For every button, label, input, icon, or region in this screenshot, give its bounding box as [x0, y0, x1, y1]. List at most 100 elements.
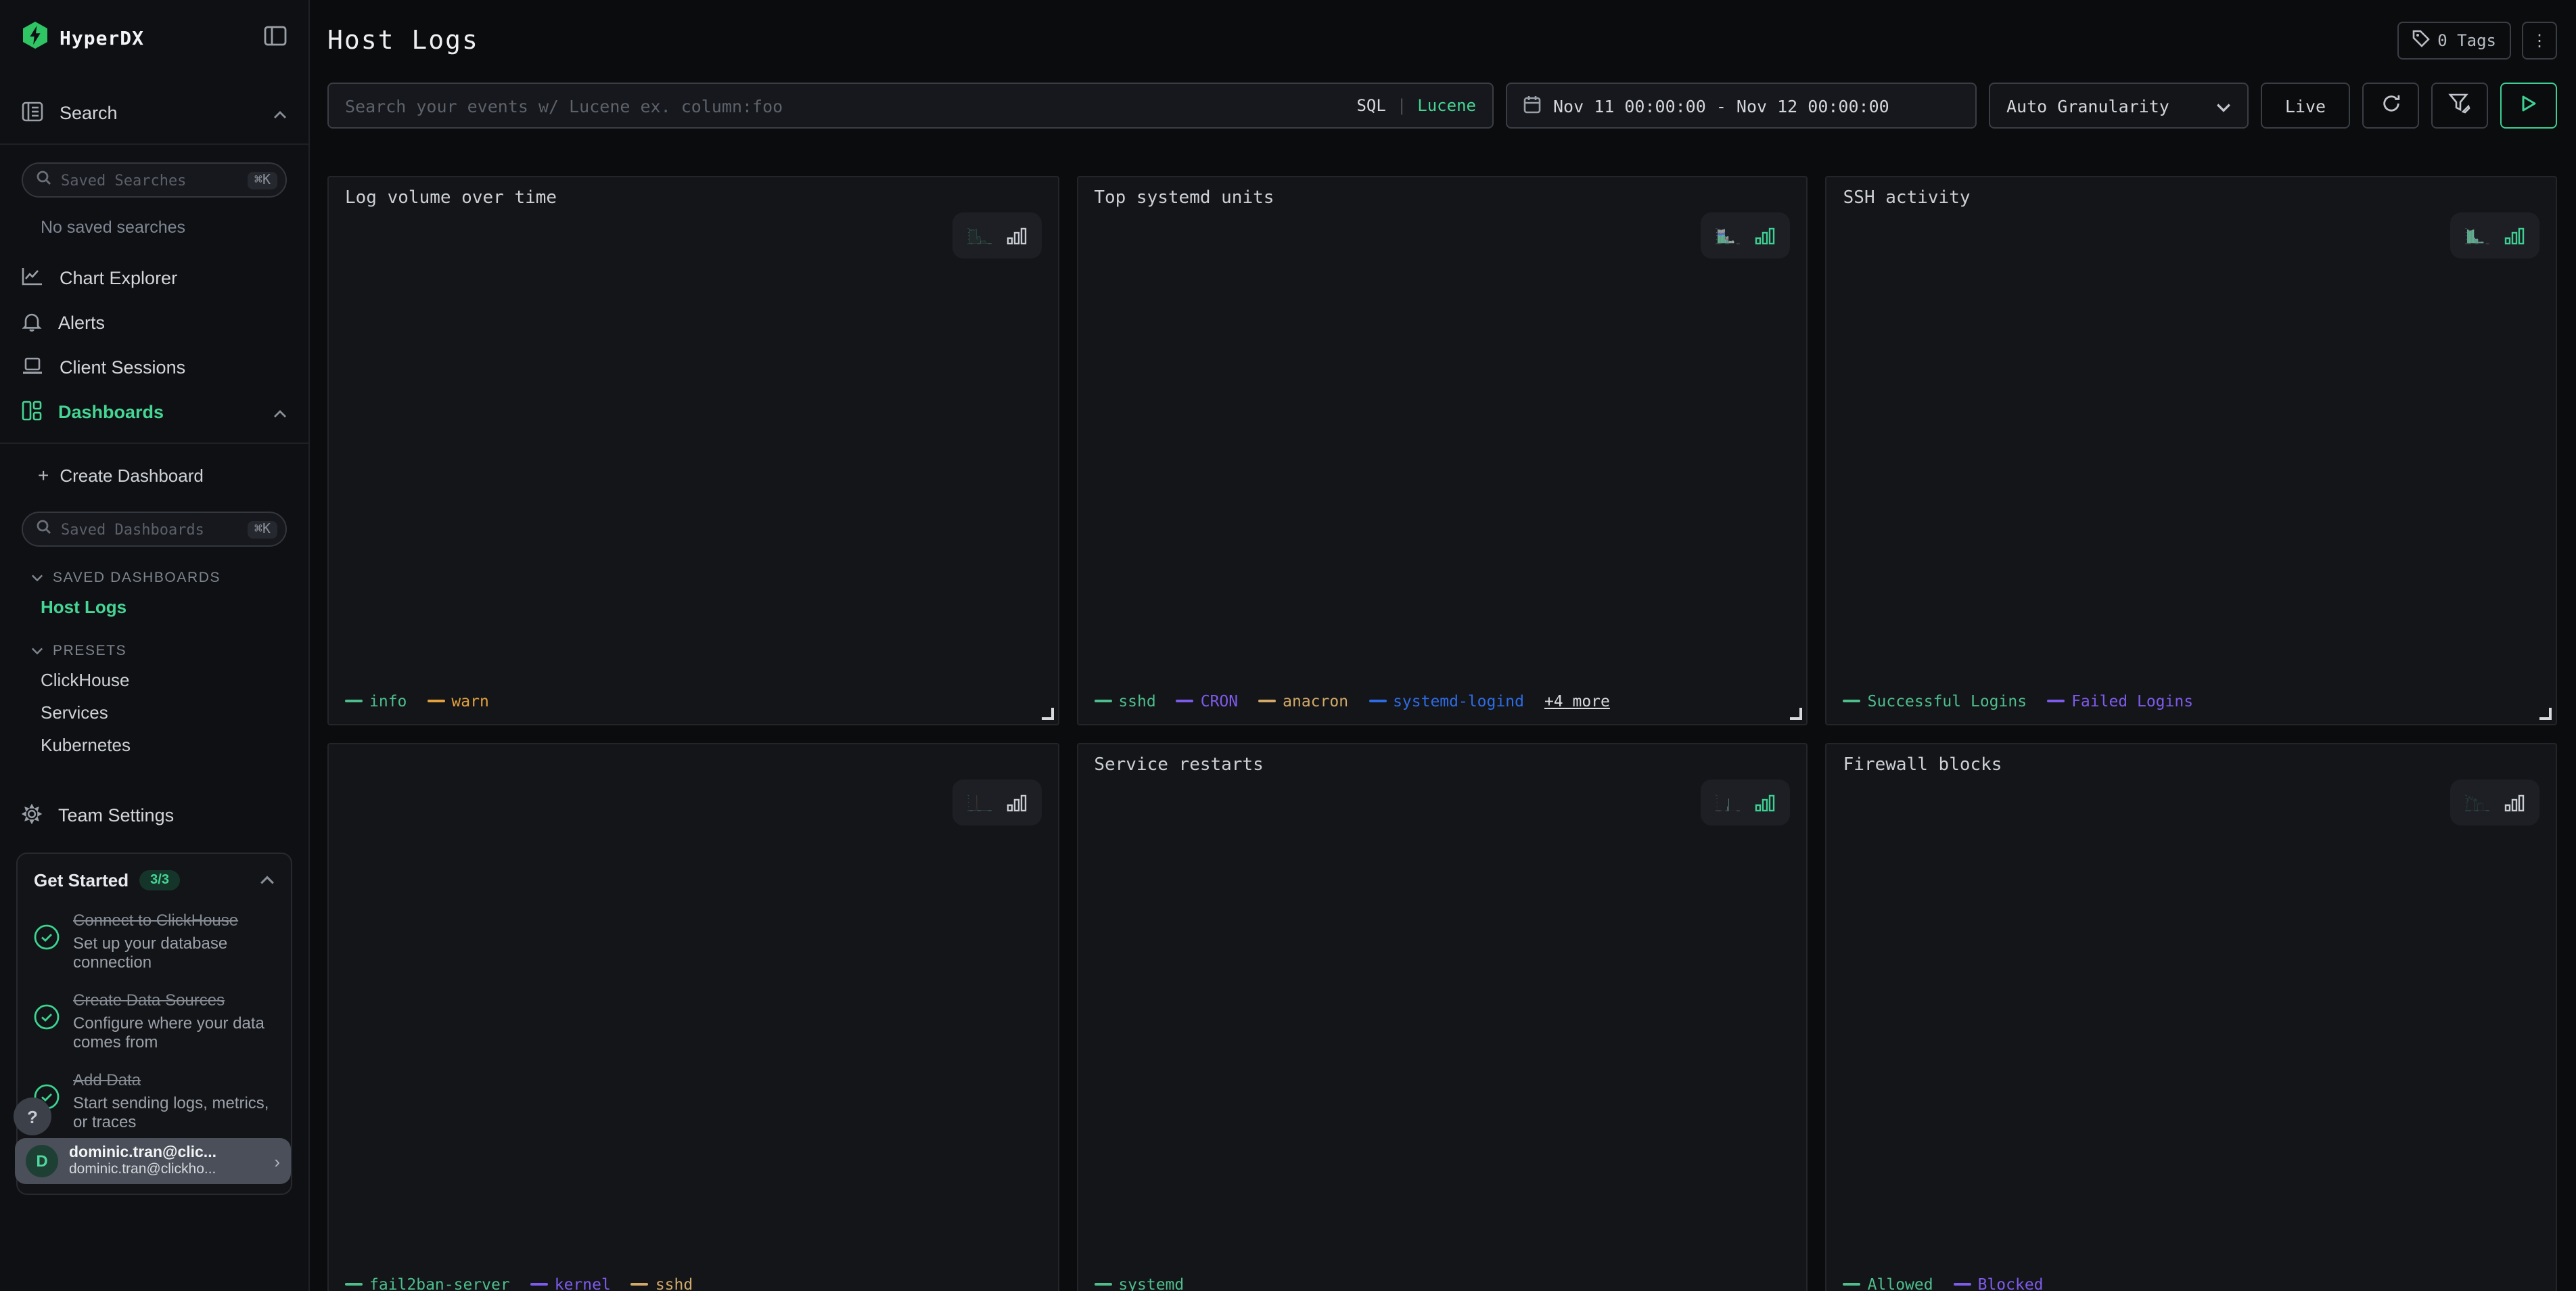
- sidebar: HyperDX Search Saved Searches ⌘K No save…: [0, 0, 310, 1291]
- user-email: dominic.tran@clickho...: [69, 1161, 216, 1177]
- sql-mode-toggle[interactable]: SQL: [1356, 96, 1385, 115]
- svg-text:120: 120: [2466, 794, 2467, 796]
- section-presets[interactable]: PRESETS: [0, 639, 308, 663]
- chart-canvas[interactable]: [345, 215, 1040, 686]
- chart-legend: info warn: [345, 686, 1041, 716]
- chevron-down-icon: [31, 643, 43, 659]
- chart-canvas[interactable]: [1843, 782, 2539, 1269]
- legend-dash: [427, 700, 444, 702]
- legend-item[interactable]: systemd-logind: [1368, 692, 1524, 710]
- sidebar-item-search[interactable]: Search: [0, 91, 308, 135]
- chevron-right-icon: ›: [274, 1151, 280, 1171]
- get-started-step-connect[interactable]: Connect to ClickHouseSet up your databas…: [34, 908, 275, 972]
- no-saved-searches-note: No saved searches: [0, 198, 308, 237]
- resize-handle[interactable]: [1041, 708, 1053, 720]
- chart-canvas[interactable]: [345, 782, 1040, 1269]
- get-started-step-sources[interactable]: Create Data SourcesConfigure where your …: [34, 988, 275, 1051]
- chart-canvas[interactable]: [1843, 215, 2539, 686]
- bar-chart-icon[interactable]: [1755, 225, 1776, 246]
- saved-searches-input[interactable]: Saved Searches ⌘K: [22, 162, 287, 198]
- line-chart-icon[interactable]: 1K7505002500Nov 11 12:00:00 AM10:30:00 A…: [1716, 225, 1741, 246]
- svg-text:0: 0: [2466, 242, 2467, 244]
- bar-chart-icon[interactable]: [2504, 792, 2525, 813]
- chart-panel-top-systemd-units: Top systemd units 1K7505002500Nov 11 12:…: [1076, 176, 1808, 725]
- chevron-up-icon[interactable]: [260, 867, 275, 892]
- sidebar-item-team-settings[interactable]: Team Settings: [0, 793, 308, 838]
- chart-canvas[interactable]: [1094, 215, 1789, 686]
- check-circle-icon: [34, 1003, 60, 1036]
- get-started-step-add-data[interactable]: Add DataStart sending logs, metrics, or …: [34, 1068, 275, 1131]
- granularity-select[interactable]: Auto Granularity: [1989, 83, 2249, 129]
- svg-text:300: 300: [2466, 235, 2467, 236]
- line-chart-icon[interactable]: 200150100500Nov 11 12:00:00 AM10:30:00 A…: [967, 792, 991, 813]
- bar-chart-icon[interactable]: [2504, 225, 2525, 246]
- run-query-button[interactable]: [2500, 83, 2557, 129]
- section-label: PRESETS: [53, 643, 127, 659]
- sidebar-item-chart-explorer[interactable]: Chart Explorer: [0, 256, 308, 300]
- create-dashboard-button[interactable]: + Create Dashboard: [0, 455, 308, 495]
- help-button[interactable]: ?: [14, 1097, 51, 1135]
- legend-item[interactable]: Failed Logins: [2047, 692, 2193, 710]
- svg-text:Nov 11 12:00:00 AM: Nov 11 12:00:00 AM: [967, 809, 973, 811]
- section-saved-dashboards[interactable]: SAVED DASHBOARDS: [0, 566, 308, 590]
- legend-dash: [1094, 700, 1111, 702]
- bar-chart-icon[interactable]: [1755, 792, 1776, 813]
- bar-chart-icon[interactable]: [1006, 792, 1026, 813]
- bar-chart-icon[interactable]: [1006, 225, 1026, 246]
- legend-dash: [1843, 700, 1861, 702]
- chart-panel-service-restarts: Service restarts 86420Nov 11 12:00:00 AM…: [1076, 743, 1808, 1291]
- svg-text:4: 4: [1717, 802, 1718, 803]
- sidebar-collapse-icon[interactable]: [264, 25, 287, 52]
- svg-text:Nov 11 12:00:00 AM: Nov 11 12:00:00 AM: [2465, 809, 2471, 811]
- sidebar-item-client-sessions[interactable]: Client Sessions: [0, 345, 308, 390]
- tags-button[interactable]: 0 Tags: [2397, 22, 2511, 60]
- user-profile-button[interactable]: D dominic.tran@clic... dominic.tran@clic…: [15, 1138, 291, 1184]
- filter-button[interactable]: [2431, 83, 2488, 129]
- legend-item[interactable]: warn: [427, 692, 488, 710]
- resize-handle[interactable]: [2539, 708, 2552, 720]
- svg-text:10:30:00 AM: 10:30:00 AM: [2475, 809, 2479, 811]
- legend-item[interactable]: Successful Logins: [1843, 692, 2027, 710]
- line-chart-icon[interactable]: 86420Nov 11 12:00:00 AM10:30:00 AM11:30:…: [1716, 792, 1741, 813]
- chevron-down-icon: [31, 570, 43, 586]
- sidebar-divider: [0, 443, 308, 444]
- saved-dashboards-input[interactable]: Saved Dashboards ⌘K: [22, 512, 287, 547]
- legend-more-link[interactable]: +4 more: [1544, 692, 1610, 710]
- sidebar-item-services[interactable]: Services: [0, 696, 308, 728]
- legend-item[interactable]: sshd: [1094, 692, 1155, 710]
- sidebar-item-kubernetes[interactable]: Kubernetes: [0, 728, 308, 761]
- event-search-input[interactable]: [329, 95, 1356, 116]
- legend-item[interactable]: systemd: [1094, 1275, 1184, 1291]
- step-title: Create Data Sources: [73, 991, 225, 1010]
- panel-menu-button[interactable]: ⋮: [2522, 22, 2557, 60]
- lucene-mode-toggle[interactable]: Lucene: [1417, 96, 1476, 115]
- legend-item[interactable]: fail2ban-server: [345, 1275, 510, 1291]
- legend-item[interactable]: anacron: [1258, 692, 1348, 710]
- event-search-bar: SQL | Lucene: [327, 83, 1494, 129]
- resize-handle[interactable]: [1791, 708, 1803, 720]
- saved-dashboards-placeholder: Saved Dashboards: [61, 520, 204, 538]
- check-circle-icon: [34, 924, 60, 956]
- svg-text:0: 0: [968, 242, 969, 244]
- legend-dash: [530, 1283, 548, 1286]
- line-chart-icon[interactable]: 1K7505002500Nov 11 12:00:00 AM10:30:00 A…: [967, 225, 991, 246]
- legend-item[interactable]: Blocked: [1954, 1275, 2044, 1291]
- sidebar-item-host-logs[interactable]: Host Logs: [0, 590, 308, 622]
- chart-title: Log volume over time: [345, 188, 1041, 215]
- live-button[interactable]: Live: [2261, 83, 2350, 129]
- legend-item[interactable]: kernel: [530, 1275, 611, 1291]
- legend-item[interactable]: sshd: [631, 1275, 693, 1291]
- laptop-icon: [22, 357, 43, 378]
- legend-item[interactable]: info: [345, 692, 407, 710]
- chart-canvas[interactable]: [1094, 782, 1789, 1269]
- legend-item[interactable]: CRON: [1176, 692, 1238, 710]
- legend-item[interactable]: Allowed: [1843, 1275, 1933, 1291]
- date-range-picker[interactable]: Nov 11 00:00:00 - Nov 12 00:00:00: [1506, 83, 1977, 129]
- sidebar-item-dashboards[interactable]: Dashboards: [0, 390, 308, 434]
- line-chart-icon[interactable]: 1209060300Nov 11 12:00:00 AM10:30:00 AM1…: [2465, 792, 2489, 813]
- refresh-button[interactable]: [2362, 83, 2419, 129]
- sidebar-item-clickhouse[interactable]: ClickHouse: [0, 663, 308, 696]
- chart-title: Service restarts: [1094, 755, 1790, 782]
- line-chart-icon[interactable]: 6004503001500Nov 11 12:00:00 AM10:30:00 …: [2465, 225, 2489, 246]
- sidebar-item-alerts[interactable]: Alerts: [0, 300, 308, 345]
